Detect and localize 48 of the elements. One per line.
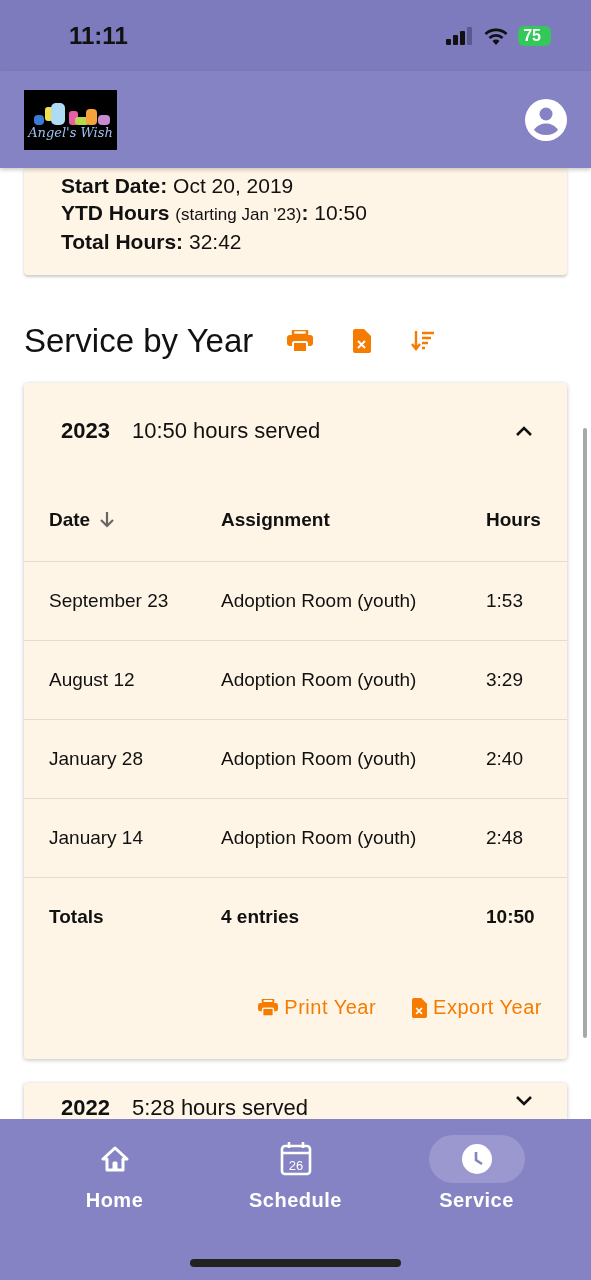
chevron-icon[interactable]: [515, 425, 533, 437]
hours-served: 10:50 hours served: [131, 418, 322, 444]
table-cell-text: January 28: [49, 748, 144, 770]
spreadsheet-file-icon[interactable]: [353, 329, 372, 353]
wifi-icon: [484, 26, 509, 45]
nav-tab[interactable]: 26 Schedule: [225, 1135, 366, 1280]
sort-icon[interactable]: [411, 331, 436, 351]
logo-text: Angel's Wish: [28, 125, 113, 140]
print-icon[interactable]: [287, 330, 314, 352]
status-time: 11:11: [69, 21, 128, 50]
totals-cell-text: 10:50: [486, 906, 536, 928]
scrollbar[interactable]: [583, 428, 587, 1038]
totals-cell-text: Totals: [49, 906, 105, 928]
export-year-button[interactable]: Export Year: [412, 996, 542, 1019]
spreadsheet-file-icon: [412, 997, 428, 1018]
summary-line: Start Date: Oct 20, 2019: [61, 173, 295, 199]
column-header[interactable]: Date: [49, 509, 221, 531]
column-header[interactable]: Hours: [486, 509, 542, 531]
table-cell-text: August 12: [49, 669, 136, 691]
year-label: 2023: [61, 418, 110, 444]
table-cell-text: January 14: [49, 827, 144, 849]
summary-line: YTD Hours (starting Jan '23): 10:50: [61, 200, 368, 226]
table-cell-text: September 23: [49, 590, 170, 612]
table-cell-text: Adoption Room (youth): [221, 827, 418, 849]
year-label: 2022: [61, 1095, 110, 1119]
table-cell-text: 2:48: [486, 827, 524, 849]
table-cell-text: 2:40: [486, 748, 524, 770]
summary-line: Total Hours: 32:42: [61, 229, 243, 255]
account-icon[interactable]: [525, 98, 567, 141]
table-cell-text: Adoption Room (youth): [221, 669, 418, 691]
home-icon: [100, 1146, 129, 1172]
table-cell-text: Adoption Room (youth): [221, 590, 418, 612]
calendar-icon: 26: [279, 1142, 312, 1176]
section-title: Service by Year: [24, 322, 254, 360]
clock-icon: [461, 1144, 492, 1174]
chevron-icon[interactable]: [515, 1095, 533, 1107]
nav-tab[interactable]: Home: [44, 1135, 185, 1280]
nav-tab[interactable]: Service: [406, 1135, 547, 1280]
signal-icon: [446, 26, 475, 45]
table-cell-text: 1:53: [486, 590, 524, 612]
print-year-button[interactable]: Print Year: [258, 996, 377, 1019]
table-cell-text: 3:29: [486, 669, 524, 691]
hours-served: 5:28 hours served: [131, 1095, 310, 1119]
column-header[interactable]: Assignment: [221, 509, 486, 531]
totals-cell-text: 4 entries: [221, 906, 301, 928]
battery-indicator: 75: [518, 25, 551, 46]
print-icon: [258, 999, 279, 1016]
table-cell-text: Adoption Room (youth): [221, 748, 418, 770]
